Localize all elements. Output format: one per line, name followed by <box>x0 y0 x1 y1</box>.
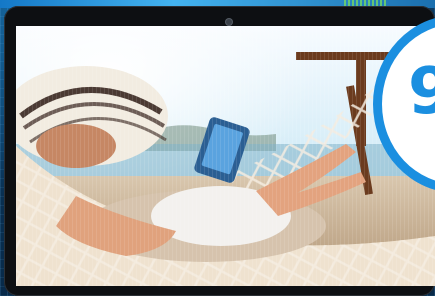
brand-glyph-icon: 9 <box>408 55 435 129</box>
stage: 9 <box>0 0 435 296</box>
hammock-photo <box>16 26 435 286</box>
camera-icon <box>226 19 232 25</box>
tablet-screen <box>16 26 435 286</box>
